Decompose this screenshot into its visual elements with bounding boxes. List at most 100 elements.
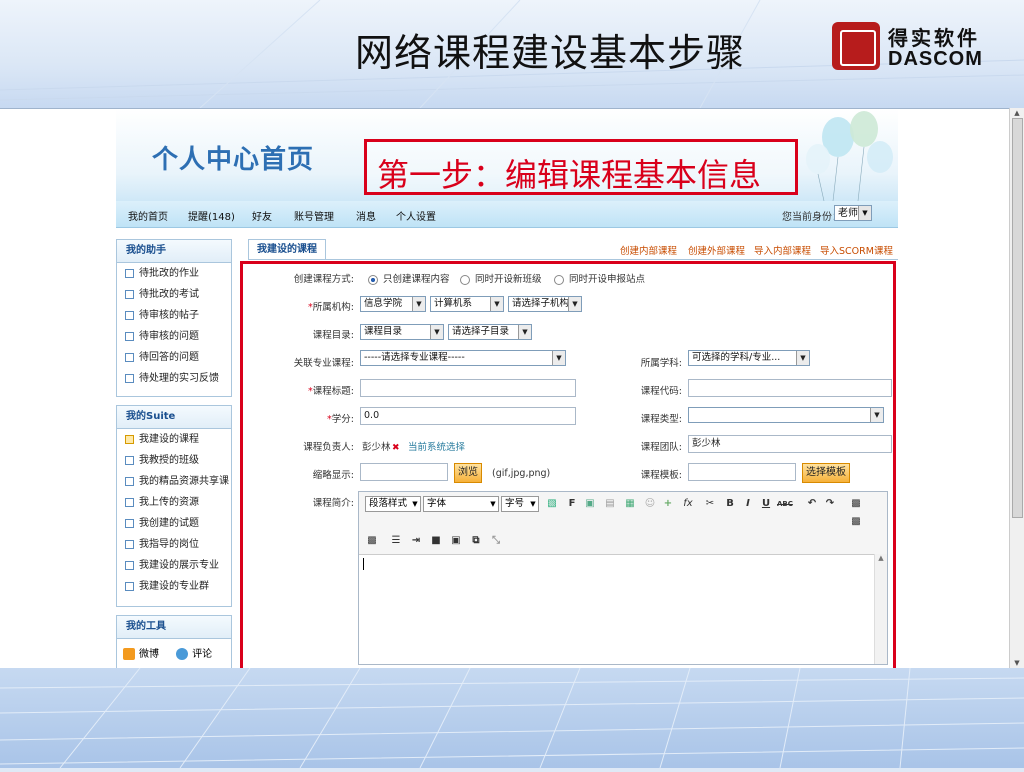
insert-icon[interactable]: + — [661, 497, 675, 511]
redo-icon[interactable]: ↷ — [823, 497, 837, 511]
sidebar-item[interactable]: 我指导的岗位 — [117, 534, 231, 555]
nav-home[interactable]: 我的首页 — [128, 208, 168, 223]
nav-account[interactable]: 账号管理 — [294, 208, 334, 223]
nav-reminders[interactable]: 提醒(148) — [188, 208, 235, 223]
tab-my-courses[interactable]: 我建设的课程 — [248, 239, 326, 260]
logo-seal-icon — [832, 22, 880, 70]
sidebar-suite-title: 我的Suite — [117, 406, 231, 429]
sidebar-tools-title: 我的工具 — [117, 616, 231, 639]
team-input[interactable]: 彭少林 — [688, 435, 892, 453]
smiley-icon[interactable]: ☺ — [643, 497, 657, 511]
role-select[interactable]: 老师 ▼ — [834, 205, 872, 221]
sidebar-item[interactable]: 待批改的考试 — [117, 284, 231, 305]
team-label: 课程团队: — [640, 442, 682, 453]
sidebar-tools: 我的工具 微博 评论 — [116, 615, 232, 669]
tool-weibo-label: 微博 — [139, 649, 159, 660]
tool-comment[interactable]: 评论 — [176, 648, 212, 660]
sidebar-item[interactable]: 我上传的资源 — [117, 492, 231, 513]
template-input[interactable] — [688, 463, 796, 481]
subject-select[interactable]: 可选择的学科/专业... ▼ — [688, 350, 810, 366]
sidebar-item[interactable]: 待审核的帖子 — [117, 305, 231, 326]
radio-content-only[interactable]: 只创建课程内容 — [368, 271, 450, 285]
strikethrough-icon[interactable]: ABC — [777, 497, 793, 511]
catalog-select[interactable]: 课程目录 ▼ — [360, 324, 444, 340]
page-scrollbar[interactable]: ▲ ▼ — [1009, 108, 1024, 668]
word-icon[interactable]: ▦ — [623, 497, 637, 511]
sidebar-item[interactable]: 我创建的试题 — [117, 513, 231, 534]
doc-icon — [125, 268, 134, 278]
chevron-down-icon: ▼ — [530, 500, 536, 508]
paste-text-icon[interactable]: ▩ — [849, 515, 863, 529]
thumb-file-input[interactable] — [360, 463, 448, 481]
sidebar-item[interactable]: 待批改的作业 — [117, 263, 231, 284]
copy-icon[interactable]: ⧉ — [469, 534, 483, 548]
block-icon[interactable]: ■ — [429, 534, 443, 548]
editor-content-area[interactable] — [359, 554, 887, 664]
remove-format-icon[interactable]: ✂ — [703, 497, 717, 511]
underline-icon[interactable]: U — [759, 497, 773, 511]
link-create-internal[interactable]: 创建内部课程 — [620, 243, 677, 257]
link-create-external[interactable]: 创建外部课程 — [688, 243, 745, 257]
sidebar-item[interactable]: 我教授的班级 — [117, 450, 231, 471]
owner-select-link[interactable]: 当前系统选择 — [408, 439, 465, 453]
course-icon — [125, 434, 134, 444]
scroll-up-icon[interactable]: ▲ — [1010, 108, 1024, 118]
editor-scrollbar[interactable]: ▲ — [874, 554, 887, 664]
sidebar-item[interactable]: 我建设的专业群 — [117, 576, 231, 597]
media-icon[interactable]: ▣ — [583, 497, 597, 511]
scroll-down-icon[interactable]: ▼ — [1010, 658, 1024, 668]
course-type-select[interactable]: ▼ — [688, 407, 884, 423]
resize-icon[interactable]: ⤡ — [489, 534, 503, 548]
role-label: 您当前身份： — [782, 212, 842, 223]
home-title: 个人中心首页 — [152, 145, 315, 175]
subcatalog-select[interactable]: 请选择子目录 ▼ — [448, 324, 532, 340]
nav-friends[interactable]: 好友 — [252, 208, 272, 223]
paste-word-icon[interactable]: ▩ — [365, 534, 379, 548]
course-code-input[interactable] — [688, 379, 892, 397]
catalog-select-value: 课程目录 — [364, 326, 403, 337]
role-value: 老师 — [838, 208, 858, 219]
dept-select[interactable]: 计算机系 ▼ — [430, 296, 504, 312]
owner-label: 课程负责人: — [303, 442, 354, 453]
catalog-label: 课程目录: — [312, 330, 354, 341]
step-callout-text: 第一步：编辑课程基本信息 — [377, 156, 762, 194]
font-select[interactable]: 字体 ▼ — [423, 496, 499, 512]
link-import-scorm[interactable]: 导入SCORM课程 — [820, 243, 893, 257]
sidebar-item[interactable]: 我建设的课程 — [117, 429, 231, 450]
credit-input[interactable]: 0.0 — [360, 407, 576, 425]
italic-icon[interactable]: I — [741, 497, 755, 511]
flash-icon[interactable]: F — [565, 497, 579, 511]
org-select[interactable]: 信息学院 ▼ — [360, 296, 426, 312]
link-import-internal[interactable]: 导入内部课程 — [754, 243, 811, 257]
indent-icon[interactable]: ⇥ — [409, 534, 423, 548]
nav-messages[interactable]: 消息 — [356, 208, 376, 223]
table-icon[interactable]: ▤ — [603, 497, 617, 511]
box-icon[interactable]: ▣ — [449, 534, 463, 548]
bold-icon[interactable]: B — [723, 497, 737, 511]
suborg-select[interactable]: 请选择子机构 ▼ — [508, 296, 582, 312]
sidebar-item[interactable]: 我的精品资源共享课 — [117, 471, 231, 492]
browse-button[interactable]: 浏览 — [454, 463, 482, 483]
doc-icon — [125, 331, 134, 341]
course-title-input[interactable] — [360, 379, 576, 397]
formula-icon[interactable]: fx — [681, 497, 695, 511]
nav-settings[interactable]: 个人设置 — [396, 208, 436, 223]
sidebar-item[interactable]: 待回答的问题 — [117, 347, 231, 368]
sidebar-item[interactable]: 我建设的展示专业 — [117, 555, 231, 576]
chevron-down-icon: ▼ — [568, 297, 581, 311]
select-template-button[interactable]: 选择模板 — [802, 463, 850, 483]
font-size-select[interactable]: 字号 ▼ — [501, 496, 539, 512]
tool-weibo[interactable]: 微博 — [123, 648, 159, 660]
radio-apply-site[interactable]: 同时开设申报站点 — [554, 271, 645, 285]
undo-icon[interactable]: ↶ — [805, 497, 819, 511]
paste-icon[interactable]: ▩ — [849, 497, 863, 511]
radio-new-class[interactable]: 同时开设新班级 — [460, 271, 542, 285]
sidebar-item[interactable]: 待处理的实习反馈 — [117, 368, 231, 389]
sidebar-item[interactable]: 待审核的问题 — [117, 326, 231, 347]
major-select[interactable]: -----请选择专业课程----- ▼ — [360, 350, 566, 366]
scroll-thumb[interactable] — [1012, 118, 1023, 518]
remove-icon[interactable]: ✖ — [392, 443, 400, 453]
align-icon[interactable]: ☰ — [389, 534, 403, 548]
paragraph-style-select[interactable]: 段落样式 ▼ — [365, 496, 421, 512]
image-icon[interactable]: ▧ — [545, 497, 559, 511]
